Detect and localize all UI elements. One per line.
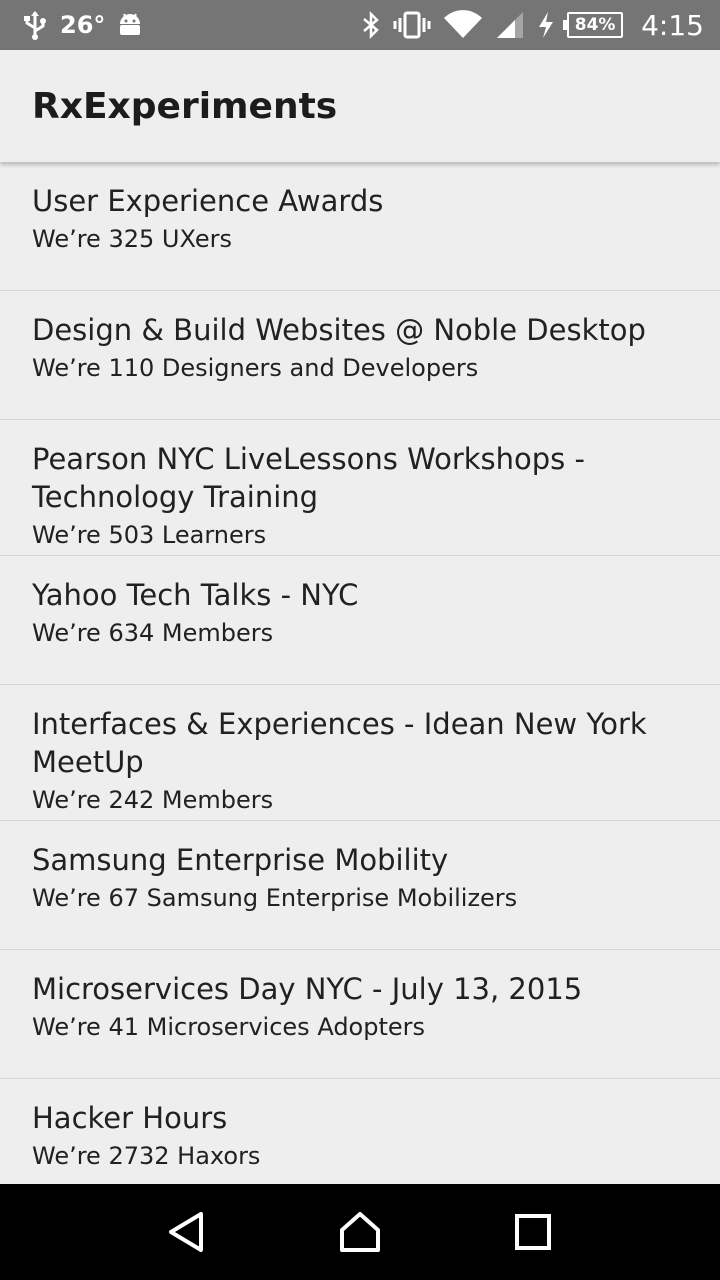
temperature-text: 26° <box>60 11 106 39</box>
signal-icon <box>495 10 525 40</box>
clock-text: 4:15 <box>641 8 704 42</box>
group-title: Microservices Day NYC - July 13, 2015 <box>32 972 583 1006</box>
group-subtitle: We’re 2732 Haxors <box>32 1142 261 1170</box>
battery-icon: 84% <box>563 12 624 38</box>
home-button[interactable] <box>320 1192 400 1272</box>
home-icon <box>339 1212 380 1252</box>
battery-level-text: 84% <box>574 15 616 35</box>
recents-button[interactable] <box>493 1192 573 1272</box>
list-item[interactable]: Yahoo Tech Talks - NYC We’re 634 Members <box>0 556 720 685</box>
groups-list[interactable]: User Experience Awards We’re 325 UXers D… <box>0 162 720 1184</box>
app-bar: RxExperiments <box>0 50 720 162</box>
usb-icon <box>22 10 48 40</box>
group-subtitle: We’re 67 Samsung Enterprise Mobilizers <box>32 884 518 912</box>
list-item[interactable]: Microservices Day NYC - July 13, 2015 We… <box>0 950 720 1079</box>
back-icon <box>168 1212 203 1252</box>
group-subtitle: We’re 634 Members <box>32 619 274 647</box>
list-item[interactable]: User Experience Awards We’re 325 UXers <box>0 162 720 291</box>
charging-icon <box>537 10 555 40</box>
back-button[interactable] <box>147 1192 227 1272</box>
group-subtitle: We’re 110 Designers and Developers <box>32 354 479 382</box>
status-bar: 26° 84% 4:15 <box>0 0 720 50</box>
list-item[interactable]: Design & Build Websites @ Noble Desktop … <box>0 291 720 420</box>
app-title: RxExperiments <box>32 85 338 127</box>
group-subtitle: We’re 41 Microservices Adopters <box>32 1013 426 1041</box>
list-item[interactable]: Hacker Hours We’re 2732 Haxors <box>0 1079 720 1184</box>
group-subtitle: We’re 325 UXers <box>32 225 232 253</box>
group-title: Samsung Enterprise Mobility <box>32 843 449 877</box>
list-item[interactable]: Pearson NYC LiveLessons Workshops - Tech… <box>0 420 720 556</box>
bluetooth-icon <box>361 10 381 40</box>
vibrate-icon <box>393 10 431 40</box>
group-title: Hacker Hours <box>32 1101 228 1135</box>
group-subtitle: We’re 503 Learners <box>32 521 267 549</box>
group-title: Design & Build Websites @ Noble Desktop <box>32 313 646 347</box>
wifi-icon <box>443 10 483 40</box>
android-icon <box>117 10 143 40</box>
group-title: Interfaces & Experiences - Idean New Yor… <box>32 707 647 779</box>
group-title: Yahoo Tech Talks - NYC <box>32 578 359 612</box>
list-item[interactable]: Interfaces & Experiences - Idean New Yor… <box>0 685 720 821</box>
recents-icon <box>515 1214 552 1250</box>
status-bar-right: 84% 4:15 <box>361 0 704 50</box>
navigation-bar <box>0 1184 720 1280</box>
group-title: User Experience Awards <box>32 184 384 218</box>
group-title: Pearson NYC LiveLessons Workshops - Tech… <box>32 442 585 514</box>
list-item[interactable]: Samsung Enterprise Mobility We’re 67 Sam… <box>0 821 720 950</box>
group-subtitle: We’re 242 Members <box>32 786 274 814</box>
status-bar-left: 26° <box>22 0 143 50</box>
